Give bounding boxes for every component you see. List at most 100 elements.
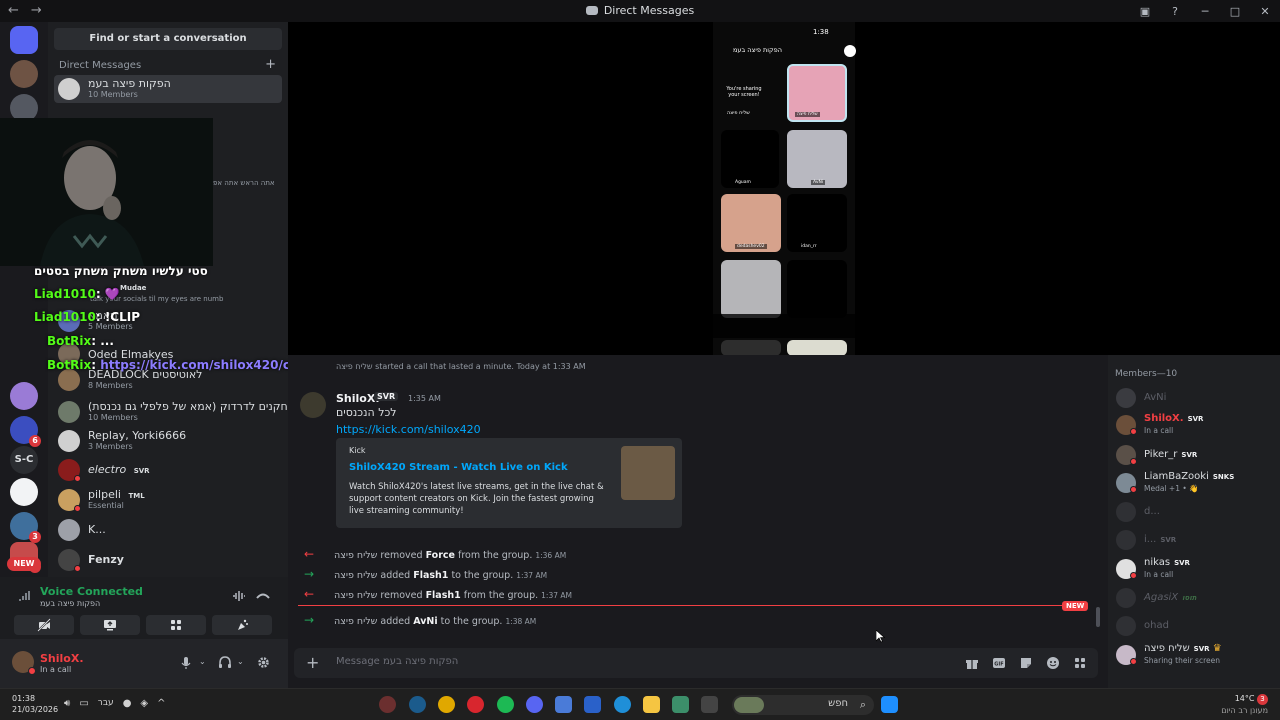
disconnect-icon[interactable] <box>256 590 270 602</box>
dm-name: שחקנים לדרדוק (אמא של פלפלי גם נכנסת) <box>88 400 288 413</box>
screen-share-button[interactable] <box>80 615 140 635</box>
voice-status[interactable]: Voice Connected <box>40 585 143 598</box>
add-dm-icon[interactable]: + <box>265 57 276 72</box>
microphone-icon[interactable] <box>181 656 191 670</box>
emoji-icon[interactable] <box>1046 656 1060 670</box>
avatar <box>1116 530 1136 550</box>
taskbar-app[interactable] <box>672 696 689 713</box>
message-author[interactable]: ShiloX. <box>336 392 380 405</box>
opera-icon[interactable] <box>467 696 484 713</box>
settings-gear-icon[interactable] <box>257 656 270 669</box>
spotify-icon[interactable] <box>497 696 514 713</box>
member-item[interactable]: LiamBaZooki SNKS Medal +1 • 👋 <box>1114 470 1278 498</box>
svg-text:GIF: GIF <box>994 662 1003 668</box>
file-explorer-icon[interactable] <box>643 696 660 713</box>
member-item[interactable]: ShiloX. SVR In a call <box>1114 412 1278 440</box>
embed-title[interactable]: ShiloX420 Stream - Watch Live on Kick <box>349 462 568 473</box>
new-servers-badge[interactable]: NEW <box>7 557 41 571</box>
taskbar-app[interactable] <box>555 696 572 713</box>
join-arrow-icon: → <box>304 613 315 627</box>
taskbar-app[interactable] <box>701 696 718 713</box>
phone-sharing-user: שליח פיצה <box>727 110 750 116</box>
server-sc[interactable]: S-C <box>10 446 38 474</box>
message-input[interactable]: Message הפקות פיצה בעמ <box>336 656 458 667</box>
chevron-down-icon[interactable]: ⌄ <box>237 657 244 666</box>
taskbar-search[interactable]: חפש ⌕ <box>732 695 874 715</box>
edge-icon[interactable] <box>614 696 631 713</box>
phone-screen-share: 1:38 הפקות פיצה בעמ You're sharing your … <box>713 22 856 356</box>
chat-scrollbar[interactable] <box>1096 607 1100 627</box>
close-button[interactable]: ✕ <box>1250 0 1280 22</box>
member-item[interactable]: Piker_r SVR <box>1114 442 1278 470</box>
dm-item[interactable]: הפקות פיצה בעמ 10 Members <box>54 75 282 103</box>
chevron-down-icon[interactable]: ⌄ <box>199 657 206 666</box>
dm-item[interactable]: pilpeli TML Essential <box>54 486 282 514</box>
dm-item[interactable]: Fenzy <box>54 546 282 574</box>
mic-icon[interactable]: ● <box>123 698 132 709</box>
member-item[interactable]: d... <box>1114 499 1278 527</box>
camera-toggle-button[interactable] <box>14 615 74 635</box>
apps-icon[interactable] <box>1073 656 1087 670</box>
avatar <box>1116 388 1136 408</box>
voice-channel[interactable]: הפקות פיצה בעמ <box>40 599 100 608</box>
taskbar-clock[interactable]: 01:38 21/03/2026 <box>12 693 58 715</box>
server-icon[interactable] <box>10 382 38 410</box>
volume-icon[interactable]: 🔊︎ <box>64 698 70 709</box>
inbox-icon[interactable]: ▣ <box>1130 0 1160 22</box>
headphones-icon[interactable] <box>218 656 232 669</box>
server-icon[interactable]: 6 <box>10 416 41 447</box>
status-dnd <box>74 565 81 572</box>
gif-icon[interactable]: GIF <box>992 656 1006 670</box>
server-icon[interactable] <box>10 478 38 506</box>
attach-plus-icon[interactable]: + <box>306 653 319 672</box>
member-item[interactable]: AvNi <box>1114 385 1278 413</box>
mouse-cursor-icon <box>876 630 885 643</box>
discord-icon[interactable] <box>526 696 543 713</box>
system-message: → שליח פיצה added Flash1 to the group. 1:3… <box>304 567 548 581</box>
status-dnd <box>1130 458 1137 465</box>
call-tile: שליח פיצה <box>787 64 847 122</box>
username[interactable]: ShiloX. <box>40 652 84 665</box>
noise-suppression-icon[interactable] <box>232 590 246 602</box>
dm-name: Fenzy <box>88 553 124 566</box>
chrome-icon[interactable] <box>438 696 455 713</box>
help-icon[interactable]: ? <box>1160 0 1190 22</box>
member-item[interactable]: i... SVR <box>1114 527 1278 555</box>
user-status: In a call <box>40 665 72 674</box>
minimize-button[interactable]: ─ <box>1190 0 1220 22</box>
soundboard-button[interactable] <box>212 615 272 635</box>
dm-item[interactable]: electro SVR <box>54 456 282 484</box>
windows-start-icon[interactable] <box>881 696 898 713</box>
find-conversation-button[interactable]: Find or start a conversation <box>54 28 282 50</box>
language-indicator[interactable]: עבר <box>98 698 114 709</box>
embed-thumbnail[interactable] <box>621 446 675 500</box>
sticker-icon[interactable] <box>1019 656 1033 670</box>
chevron-up-icon[interactable]: ^ <box>157 698 165 709</box>
member-item[interactable]: nikas SVR In a call <box>1114 556 1278 584</box>
avatar <box>58 78 80 100</box>
server-icon[interactable] <box>10 60 38 88</box>
shield-icon[interactable]: ◈ <box>140 698 148 709</box>
voice-panel: Voice Connected הפקות פיצה בעמ <box>0 577 288 639</box>
server-icon[interactable]: 3 <box>10 512 41 543</box>
dm-item[interactable]: Replay, Yorki6666 3 Members <box>54 427 282 455</box>
member-item[interactable]: ohad <box>1114 613 1278 641</box>
gift-icon[interactable] <box>965 656 979 670</box>
member-item[interactable]: שליח פיצה SVR ♛ Sharing their screen <box>1114 642 1278 670</box>
signal-icon[interactable] <box>18 590 30 602</box>
activities-button[interactable] <box>146 615 206 635</box>
message-link[interactable]: https://kick.com/shilox420 <box>336 423 481 436</box>
network-icon[interactable]: ▭ <box>79 698 88 709</box>
dm-item[interactable]: שחקנים לדרדוק (אמא של פלפלי גם נכנסת) 10… <box>54 398 288 426</box>
weather-widget[interactable]: 14°C 3 מעונן רב היום <box>1221 693 1268 716</box>
store-icon[interactable] <box>584 696 601 713</box>
steam-icon[interactable] <box>409 696 426 713</box>
home-button[interactable] <box>10 26 38 54</box>
dm-sub: 8 Members <box>88 381 133 390</box>
maximize-button[interactable]: □ <box>1220 0 1250 22</box>
member-item[interactable]: AgasiX תוסו <box>1114 585 1278 613</box>
avatar[interactable] <box>300 392 326 418</box>
dm-sub: Essential <box>88 501 124 510</box>
taskbar-app[interactable] <box>379 696 396 713</box>
dm-item[interactable]: K... <box>54 516 282 544</box>
